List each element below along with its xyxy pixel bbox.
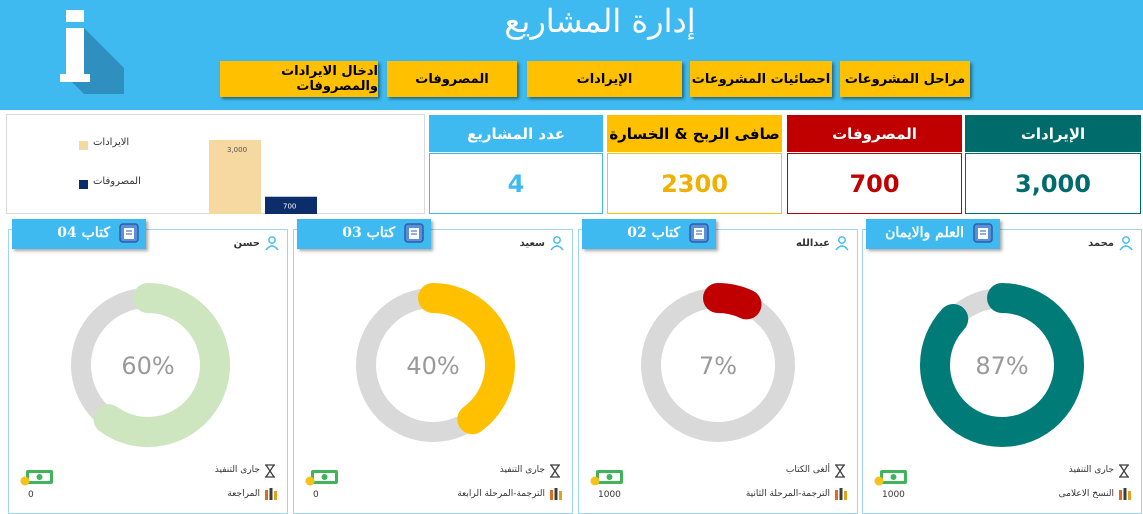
nav-button-project-statistics[interactable]: احصائيات المشروعات — [690, 61, 832, 97]
kpi-projects-count-label: عدد المشاريع — [429, 115, 603, 152]
header-bar: إدارة المشاريع مراحل المشروعات احصائيات … — [0, 0, 1143, 110]
revenue-expense-chart: الايرادات المصروفات 3,000 700 — [6, 114, 425, 214]
project-status: جارى التنفيذ — [214, 465, 260, 475]
legend-label-expenses: المصروفات — [93, 176, 141, 187]
project-amount: 0 — [313, 490, 319, 500]
progress-donut: 87% — [920, 283, 1084, 447]
project-title: كتاب 03 — [342, 225, 395, 241]
chart-data-label: 700 — [283, 203, 296, 211]
kpi-projects-count-value: 4 — [429, 153, 603, 214]
legend-label-revenue: الايرادات — [93, 137, 130, 148]
hourglass-icon — [550, 464, 560, 478]
money-icon — [305, 470, 338, 486]
person-icon — [835, 236, 849, 251]
project-tag[interactable]: كتاب 02 — [582, 219, 716, 249]
book-icon — [404, 223, 424, 243]
project-amount: 1000 — [882, 490, 905, 500]
person-icon — [550, 236, 564, 251]
tools-icon — [265, 488, 277, 500]
donut-percent-label: 87% — [975, 352, 1028, 380]
dashboard: إدارة المشاريع مراحل المشروعات احصائيات … — [0, 0, 1143, 514]
project-status: جارى التنفيذ — [1068, 465, 1114, 475]
project-amount: 1000 — [598, 490, 621, 500]
kpi-expenses-label: المصروفات — [787, 115, 962, 152]
money-icon — [874, 470, 907, 486]
hourglass-icon — [1119, 464, 1129, 478]
project-title: العلم والايمان — [885, 225, 964, 241]
nav-button-expenses[interactable]: المصروفات — [387, 61, 517, 97]
tools-icon — [1119, 488, 1131, 500]
book-icon — [973, 223, 993, 243]
project-owner: محمد — [1088, 238, 1114, 249]
project-amount: 0 — [28, 490, 34, 500]
book-icon — [689, 223, 709, 243]
kpi-net-profit-value: 2300 — [607, 153, 782, 214]
project-status: جارى التنفيذ — [499, 465, 545, 475]
donut-percent-label: 7% — [699, 352, 737, 380]
nav-button-revenues[interactable]: الإيرادات — [527, 61, 682, 97]
project-stage: الترجمة-المرحلة الثانية — [745, 489, 830, 499]
donut-percent-label: 40% — [406, 352, 459, 380]
page-title: إدارة المشاريع — [504, 2, 696, 40]
money-icon — [20, 470, 53, 486]
person-icon — [265, 236, 279, 251]
book-icon — [119, 223, 139, 243]
legend-swatch-revenue — [79, 141, 88, 150]
hourglass-icon — [265, 464, 275, 478]
project-tag[interactable]: العلم والايمان — [866, 219, 1000, 249]
progress-donut: 60% — [66, 283, 230, 447]
chart-data-label: 3,000 — [227, 146, 247, 154]
project-owner: سعيد — [519, 238, 545, 249]
progress-donut: 7% — [636, 283, 800, 447]
donut-percent-label: 60% — [121, 352, 174, 380]
project-stage: الترجمة-المرحلة الرابعة — [457, 489, 545, 499]
nav-button-enter-revenues-expenses[interactable]: ادخال الايرادات والمصروفات — [220, 61, 378, 97]
project-title: كتاب 02 — [627, 225, 680, 241]
project-title: كتاب 04 — [57, 225, 110, 241]
project-tag[interactable]: كتاب 04 — [12, 219, 146, 249]
chart-bars-area: 3,000 700 — [209, 140, 317, 214]
money-icon — [590, 470, 623, 486]
project-stage: النسخ الاعلامى — [1058, 489, 1114, 499]
project-owner: عبدالله — [795, 238, 830, 249]
project-stage: المراجعة — [227, 489, 260, 499]
legend-swatch-expenses — [79, 180, 88, 189]
project-status: ألغى الكتاب — [785, 465, 830, 475]
project-owner: حسن — [233, 238, 260, 249]
person-icon — [1119, 236, 1133, 251]
kpi-revenue-label: الإيرادات — [965, 115, 1141, 152]
tools-icon — [835, 488, 847, 500]
kpi-net-profit-label: صافى الربح & الخسارة — [607, 115, 782, 152]
kpi-revenue-value: 3,000 — [965, 153, 1141, 214]
tools-icon — [550, 488, 562, 500]
kpi-expenses-value: 700 — [787, 153, 962, 214]
nav-button-project-stages[interactable]: مراحل المشروعات — [840, 61, 970, 97]
hourglass-icon — [835, 464, 845, 478]
progress-donut: 40% — [351, 283, 515, 447]
project-tag[interactable]: كتاب 03 — [297, 219, 431, 249]
